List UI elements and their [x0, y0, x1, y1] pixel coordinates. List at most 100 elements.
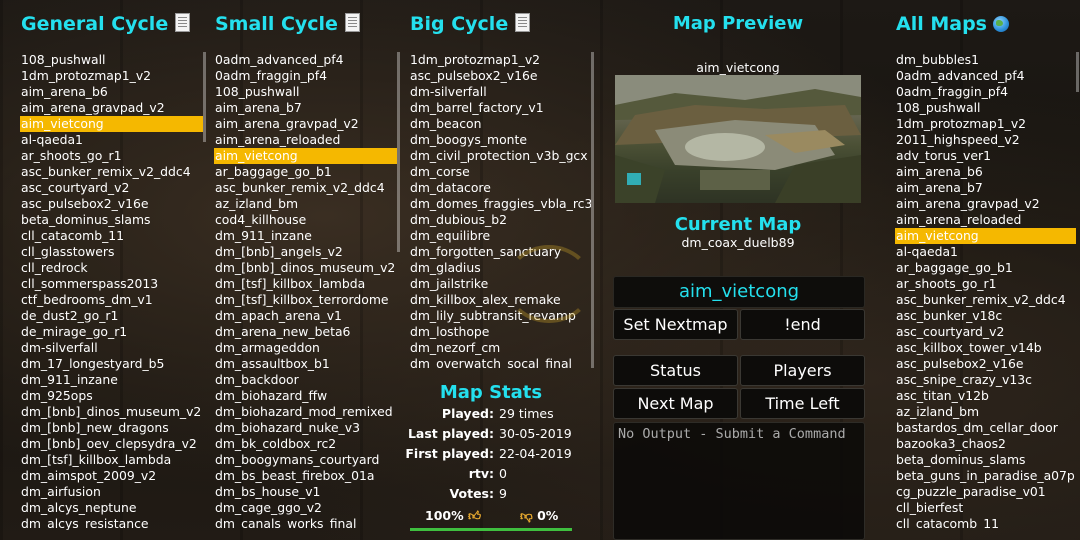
list-item[interactable]: cll_sommerspass2013 [20, 276, 203, 292]
list-item[interactable]: cll_bierfest [895, 500, 1076, 516]
list-item[interactable]: asc_courtyard_v2 [20, 180, 203, 196]
list-item[interactable]: 1dm_protozmap1_v2 [895, 116, 1076, 132]
general-cycle-scrollbar[interactable] [203, 52, 206, 142]
list-item[interactable]: beta_guns_in_paradise_a07p [895, 468, 1076, 484]
list-item[interactable]: aim_arena_reloaded [895, 212, 1076, 228]
list-item[interactable]: cll_catacomb_11 [895, 516, 1076, 530]
list-item[interactable]: dm_domes_fraggies_vbla_rc3 [409, 196, 591, 212]
list-item[interactable]: az_izland_bm [895, 404, 1076, 420]
list-item[interactable]: aim_arena_b6 [20, 84, 203, 100]
list-item[interactable]: bazooka3_chaos2 [895, 436, 1076, 452]
next-map-button[interactable]: Next Map [613, 388, 738, 419]
list-item[interactable]: dm_apach_arena_v1 [214, 308, 397, 324]
list-item[interactable]: dm_biohazard_mod_remixed [214, 404, 397, 420]
list-item[interactable]: dm-silverfall [409, 84, 591, 100]
list-item[interactable]: dm_datacore [409, 180, 591, 196]
list-item[interactable]: beta_dominus_slams [895, 452, 1076, 468]
list-item[interactable]: adv_torus_ver1 [895, 148, 1076, 164]
list-item[interactable]: dm_[bnb]_oev_clepsydra_v2 [20, 436, 203, 452]
list-item[interactable]: dm_911_inzane [20, 372, 203, 388]
list-item[interactable]: dm_[tsf]_killbox_lambda [20, 452, 203, 468]
thumbs-down-icon[interactable]: 👎︎ [520, 508, 533, 523]
list-item[interactable]: dm_17_longestyard_b5 [20, 356, 203, 372]
list-item[interactable]: dm_dubious_b2 [409, 212, 591, 228]
big-cycle-scrollbar[interactable] [591, 52, 594, 368]
list-item[interactable]: asc_pulsebox2_v16e [20, 196, 203, 212]
list-item[interactable]: dm_airfusion [20, 484, 203, 500]
list-item[interactable]: asc_titan_v12b [895, 388, 1076, 404]
list-item[interactable]: dm_armageddon [214, 340, 397, 356]
list-item[interactable]: dm_bs_house_v1 [214, 484, 397, 500]
list-item[interactable]: asc_pulsebox2_v16e [409, 68, 591, 84]
list-item[interactable]: ar_baggage_go_b1 [895, 260, 1076, 276]
list-item[interactable]: asc_bunker_remix_v2_ddc4 [20, 164, 203, 180]
list-item[interactable]: dm_boogys_monte [409, 132, 591, 148]
list-item[interactable]: az_izland_bm [214, 196, 397, 212]
list-item[interactable]: cll_redrock [20, 260, 203, 276]
status-button[interactable]: Status [613, 355, 738, 386]
list-item[interactable]: dm_biohazard_ffw [214, 388, 397, 404]
list-item[interactable]: dm_[bnb]_angels_v2 [214, 244, 397, 260]
list-item[interactable]: dm_[tsf]_killbox_terrordome [214, 292, 397, 308]
list-item[interactable]: asc_bunker_v18c [895, 308, 1076, 324]
list-item[interactable]: dm_[bnb]_dinos_museum_v2 [214, 260, 397, 276]
list-item[interactable]: aim_arena_b6 [895, 164, 1076, 180]
list-item[interactable]: 0adm_fraggin_pf4 [895, 84, 1076, 100]
list-item[interactable]: dm_barrel_factory_v1 [409, 100, 591, 116]
list-item[interactable]: dm_losthope [409, 324, 591, 340]
list-item[interactable]: 0adm_advanced_pf4 [214, 52, 397, 68]
list-item[interactable]: aim_arena_gravpad_v2 [895, 196, 1076, 212]
list-item[interactable]: de_dust2_go_r1 [20, 308, 203, 324]
list-item[interactable]: dm_overwatch_socal_final [409, 356, 591, 369]
list-item[interactable]: 108_pushwall [20, 52, 203, 68]
list-item[interactable]: dm_alcys_resistance [20, 516, 203, 530]
list-item[interactable]: dm_alcys_neptune [20, 500, 203, 516]
list-item[interactable]: dm_bubbles1 [895, 52, 1076, 68]
list-item[interactable]: asc_snipe_crazy_v13c [895, 372, 1076, 388]
list-item[interactable]: asc_bunker_remix_v2_ddc4 [895, 292, 1076, 308]
list-item[interactable]: beta_dominus_slams [20, 212, 203, 228]
list-item[interactable]: dm_911_inzane [214, 228, 397, 244]
list-item[interactable]: dm_boogymans_courtyard [214, 452, 397, 468]
thumbs-up-icon[interactable]: 👍︎ [468, 508, 481, 523]
list-item[interactable]: dm_canals_works_final [214, 516, 397, 530]
all-maps-scrollbar[interactable] [1076, 52, 1079, 92]
list-item[interactable]: dm_925ops [20, 388, 203, 404]
list-item[interactable]: dm_aimspot_2009_v2 [20, 468, 203, 484]
list-item[interactable]: aim_arena_b7 [895, 180, 1076, 196]
list-item[interactable]: cg_puzzle_paradise_v01 [895, 484, 1076, 500]
list-item[interactable]: aim_arena_gravpad_v2 [214, 116, 397, 132]
list-item[interactable]: ctf_bedrooms_dm_v1 [20, 292, 203, 308]
list-item[interactable]: dm_corse [409, 164, 591, 180]
list-item[interactable]: dm_[bnb]_new_dragons [20, 420, 203, 436]
list-item[interactable]: 1dm_protozmap1_v2 [409, 52, 591, 68]
time-left-button[interactable]: Time Left [740, 388, 865, 419]
list-item[interactable]: dm_equilibre [409, 228, 591, 244]
list-item[interactable]: 108_pushwall [214, 84, 397, 100]
console-output[interactable]: No Output - Submit a Command [613, 422, 865, 540]
list-item[interactable]: 108_pushwall [895, 100, 1076, 116]
small-cycle-list[interactable]: 0adm_advanced_pf4 0adm_fraggin_pf4 108_pus… [214, 52, 397, 530]
set-nextmap-button[interactable]: Set Nextmap [613, 309, 738, 340]
players-button[interactable]: Players [740, 355, 865, 386]
list-item[interactable]: cod4_killhouse [214, 212, 397, 228]
list-item[interactable]: dm_[tsf]_killbox_lambda [214, 276, 397, 292]
list-item[interactable]: dm-silverfall [20, 340, 203, 356]
list-item[interactable]: dm_[bnb]_dinos_museum_v2 [20, 404, 203, 420]
list-item[interactable]: dm_assaultbox_b1 [214, 356, 397, 372]
list-item[interactable]: dm_cage_ggo_v2 [214, 500, 397, 516]
list-item[interactable]: dm_backdoor [214, 372, 397, 388]
list-item[interactable]: aim_arena_b7 [214, 100, 397, 116]
list-item[interactable]: de_mirage_go_r1 [20, 324, 203, 340]
list-item[interactable]: dm_bs_beast_firebox_01a [214, 468, 397, 484]
small-cycle-scrollbar[interactable] [397, 52, 400, 252]
map-name-input[interactable]: aim_vietcong [613, 276, 865, 308]
list-item[interactable]: ar_shoots_go_r1 [20, 148, 203, 164]
general-cycle-list[interactable]: 108_pushwall 1dm_protozmap1_v2 aim_arena_b… [20, 52, 203, 530]
list-item[interactable]: dm_arena_new_beta6 [214, 324, 397, 340]
list-item[interactable]: dm_civil_protection_v3b_gcx [409, 148, 591, 164]
list-item-selected[interactable]: aim_vietcong [20, 116, 203, 132]
list-item[interactable]: ar_baggage_go_b1 [214, 164, 397, 180]
list-item-selected[interactable]: aim_vietcong [895, 228, 1076, 244]
list-item[interactable]: asc_killbox_tower_v14b [895, 340, 1076, 356]
